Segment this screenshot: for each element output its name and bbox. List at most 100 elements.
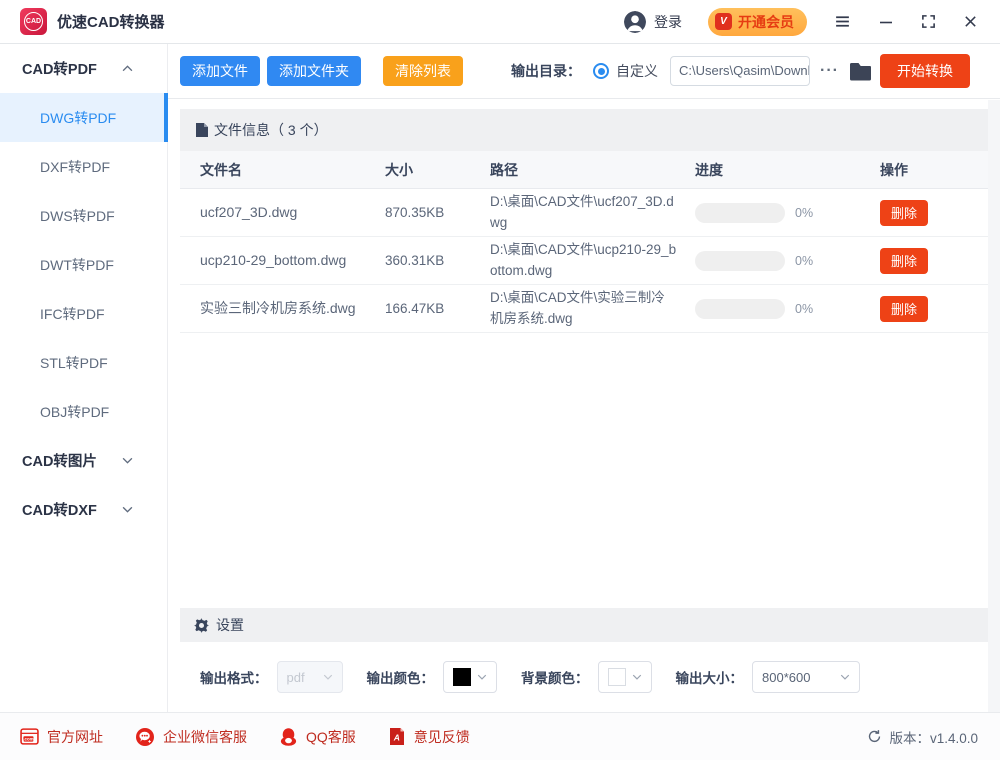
- sidebar-group-cad-to-dxf[interactable]: CAD转DXF: [0, 485, 167, 534]
- browse-more-button[interactable]: ···: [820, 62, 839, 80]
- sidebar-item-ifc-to-pdf[interactable]: IFC转PDF: [0, 289, 167, 338]
- sidebar-group-label: CAD转图片: [22, 450, 97, 471]
- official-site-label: 官方网址: [47, 727, 103, 747]
- progress-cell: 0%: [695, 203, 880, 223]
- file-name: ucf207_3D.dwg: [200, 202, 385, 222]
- sidebar-item-dxf-to-pdf[interactable]: DXF转PDF: [0, 142, 167, 191]
- col-path: 路径: [490, 160, 695, 180]
- login-button[interactable]: 登录: [624, 11, 682, 33]
- add-folder-button[interactable]: 添加文件夹: [267, 56, 361, 86]
- table-row: 实验三制冷机房系统.dwg 166.47KB D:\桌面\CAD文件\实验三制冷…: [180, 285, 988, 333]
- version-label: 版本：v1.4.0.0: [889, 727, 978, 747]
- file-path: D:\桌面\CAD文件\实验三制冷机房系统.dwg: [490, 288, 695, 329]
- sidebar-item-dwg-to-pdf[interactable]: DWG转PDF: [0, 93, 167, 142]
- progress-bar: [695, 203, 785, 223]
- login-label: 登录: [654, 12, 682, 32]
- output-format-select[interactable]: pdf: [277, 661, 343, 693]
- custom-dir-label: 自定义: [616, 61, 658, 81]
- qq-icon: [279, 727, 298, 747]
- action-cell: 删除: [880, 248, 988, 274]
- scrollbar-gutter[interactable]: [988, 100, 1000, 712]
- vip-label: 开通会员: [738, 12, 794, 32]
- user-avatar-icon: [624, 11, 646, 33]
- sidebar-item-label: IFC转PDF: [40, 304, 105, 324]
- settings-bar: 设置: [180, 608, 988, 642]
- output-format-value: pdf: [287, 670, 305, 685]
- file-name: 实验三制冷机房系统.dwg: [200, 298, 385, 318]
- wechat-support-label: 企业微信客服: [163, 727, 247, 747]
- clear-list-button[interactable]: 清除列表: [383, 56, 463, 86]
- official-site-link[interactable]: .com 官方网址: [20, 727, 103, 747]
- qq-support-link[interactable]: QQ客服: [279, 727, 356, 747]
- file-path: D:\桌面\CAD文件\ucf207_3D.dwg: [490, 192, 695, 233]
- settings-controls: 输出格式： pdf 输出颜色： 背景颜色： 输出大小： 800*600: [180, 642, 988, 712]
- col-filename: 文件名: [200, 160, 385, 180]
- chevron-up-icon: [122, 65, 133, 72]
- progress-percent: 0%: [795, 206, 813, 220]
- document-icon: [196, 123, 208, 137]
- col-progress: 进度: [695, 160, 880, 180]
- wechat-support-link[interactable]: 企业微信客服: [135, 727, 247, 747]
- sidebar-group-label: CAD转PDF: [22, 58, 97, 79]
- progress-bar: [695, 251, 785, 271]
- sidebar-item-obj-to-pdf[interactable]: OBJ转PDF: [0, 387, 167, 436]
- close-icon[interactable]: [963, 14, 978, 29]
- output-path-input[interactable]: C:\Users\Qasim\Downl: [670, 56, 810, 86]
- sidebar-group-label: CAD转DXF: [22, 499, 97, 520]
- sidebar-item-label: DWS转PDF: [40, 206, 115, 226]
- footer: .com 官方网址 企业微信客服: [0, 712, 1000, 760]
- delete-button[interactable]: 删除: [880, 200, 928, 226]
- progress-percent: 0%: [795, 302, 813, 316]
- sidebar-item-label: DWG转PDF: [40, 108, 116, 128]
- sidebar-item-label: OBJ转PDF: [40, 402, 109, 422]
- col-action: 操作: [880, 160, 988, 180]
- app-logo-text: CAD: [24, 12, 43, 31]
- titlebar: CAD 优速CAD转换器 登录 V 开通会员: [0, 0, 1000, 44]
- output-color-label: 输出颜色：: [367, 667, 435, 687]
- file-name: ucp210-29_bottom.dwg: [200, 250, 385, 270]
- table-row: ucp210-29_bottom.dwg 360.31KB D:\桌面\CAD文…: [180, 237, 988, 285]
- output-color-select[interactable]: [443, 661, 497, 693]
- svg-text:.com: .com: [23, 737, 33, 742]
- menu-icon[interactable]: [834, 13, 851, 30]
- background-color-select[interactable]: [598, 661, 652, 693]
- app-shell: CAD转PDF DWG转PDF DXF转PDF DWS转PDF DWT转PDF …: [0, 44, 1000, 712]
- update-refresh-icon[interactable]: [867, 729, 882, 744]
- file-size: 360.31KB: [385, 253, 490, 268]
- progress-percent: 0%: [795, 254, 813, 268]
- open-folder-icon[interactable]: [849, 62, 872, 81]
- minimize-icon[interactable]: [878, 14, 894, 30]
- output-size-select[interactable]: 800*600: [752, 661, 860, 693]
- action-cell: 删除: [880, 200, 988, 226]
- vip-icon: V: [715, 13, 732, 30]
- sidebar-item-label: STL转PDF: [40, 353, 108, 373]
- sidebar-group-cad-to-pdf[interactable]: CAD转PDF: [0, 44, 167, 93]
- delete-button[interactable]: 删除: [880, 248, 928, 274]
- start-convert-button[interactable]: 开始转换: [880, 54, 970, 88]
- custom-dir-radio[interactable]: [593, 63, 609, 79]
- output-size-label: 输出大小：: [676, 667, 744, 687]
- sidebar-item-dws-to-pdf[interactable]: DWS转PDF: [0, 191, 167, 240]
- black-color-swatch: [453, 668, 471, 686]
- add-file-button[interactable]: 添加文件: [180, 56, 260, 86]
- chevron-down-icon: [122, 506, 133, 513]
- file-size: 870.35KB: [385, 205, 490, 220]
- progress-cell: 0%: [695, 299, 880, 319]
- sidebar-item-label: DWT转PDF: [40, 255, 114, 275]
- maximize-icon[interactable]: [921, 14, 936, 29]
- chevron-down-icon: [122, 457, 133, 464]
- open-vip-button[interactable]: V 开通会员: [708, 8, 807, 36]
- qq-support-label: QQ客服: [306, 727, 356, 747]
- file-info-bar: 文件信息（ 3 个）: [180, 109, 988, 151]
- output-format-label: 输出格式：: [200, 667, 268, 687]
- feedback-icon: A: [388, 727, 406, 746]
- delete-button[interactable]: 删除: [880, 296, 928, 322]
- feedback-label: 意见反馈: [414, 727, 470, 747]
- sidebar-group-cad-to-image[interactable]: CAD转图片: [0, 436, 167, 485]
- sidebar-item-dwt-to-pdf[interactable]: DWT转PDF: [0, 240, 167, 289]
- file-panel: 文件信息（ 3 个） 文件名 大小 路径 进度 操作 ucf207_3D.dwg…: [168, 99, 1000, 608]
- version-info: 版本：v1.4.0.0: [867, 727, 978, 747]
- sidebar-item-stl-to-pdf[interactable]: STL转PDF: [0, 338, 167, 387]
- wechat-icon: [135, 727, 155, 747]
- feedback-link[interactable]: A 意见反馈: [388, 727, 470, 747]
